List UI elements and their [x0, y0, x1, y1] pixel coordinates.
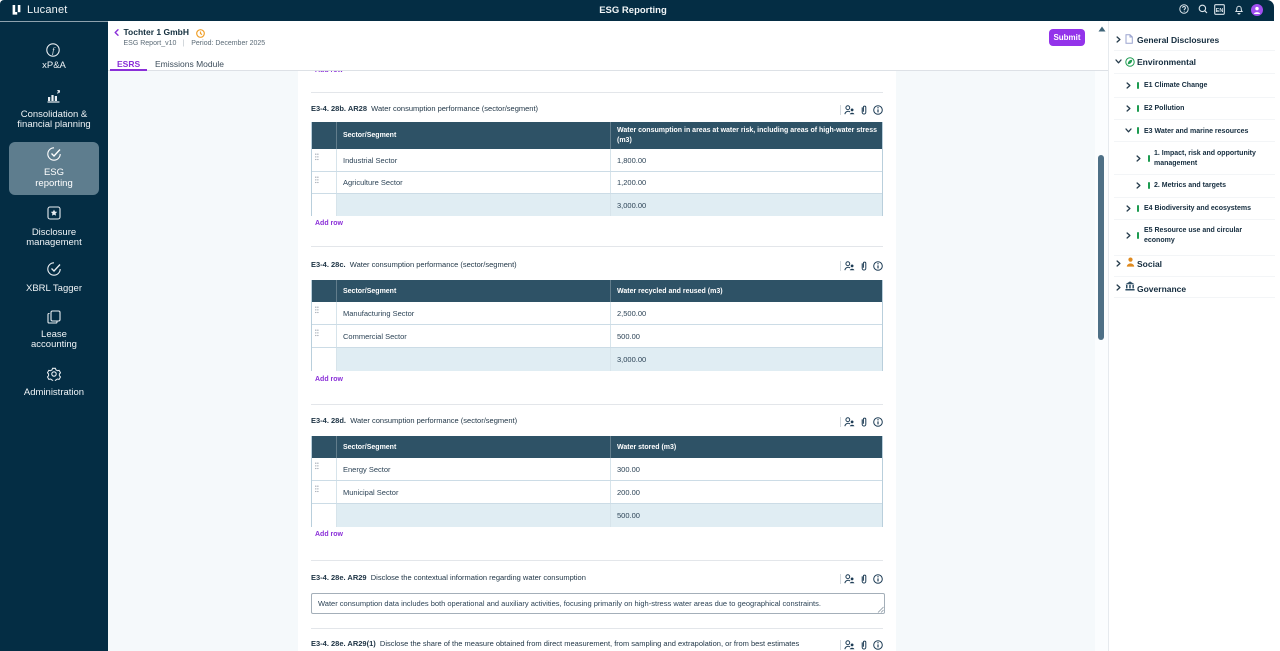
svg-text:f: f	[52, 45, 56, 55]
svg-text:EN: EN	[1216, 8, 1224, 14]
